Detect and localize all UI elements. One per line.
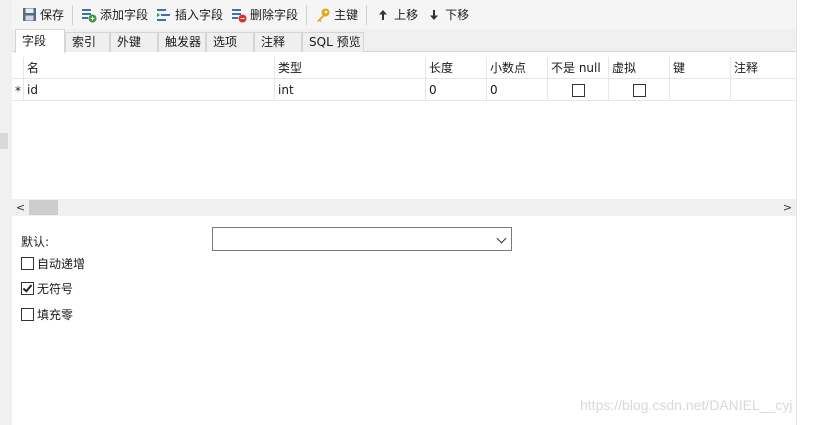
field-name-cell[interactable]: id bbox=[23, 79, 274, 101]
tab-indexes[interactable]: 索引 bbox=[65, 32, 110, 52]
scroll-right-icon[interactable]: > bbox=[779, 199, 796, 216]
save-icon bbox=[21, 7, 37, 23]
unsigned-option[interactable]: 无符号 bbox=[21, 280, 73, 297]
watermark: https://blog.csdn.net/DANIEL__cyj bbox=[580, 397, 793, 413]
left-frame bbox=[0, 0, 12, 425]
grid-header: 名 类型 长度 小数点 不是 null 虚拟 键 注释 bbox=[12, 57, 796, 79]
right-frame bbox=[796, 0, 820, 425]
save-label: 保存 bbox=[40, 8, 65, 22]
tab-sql-preview[interactable]: SQL 预览 bbox=[302, 32, 364, 52]
auto-increment-option[interactable]: 自动递增 bbox=[21, 255, 85, 272]
field-key-cell[interactable] bbox=[669, 79, 730, 101]
tab-bar: 字段 索引 外键 触发器 选项 注释 SQL 预览 bbox=[12, 29, 796, 53]
field-decimals-cell[interactable]: 0 bbox=[486, 79, 547, 101]
save-button[interactable]: 保存 bbox=[17, 3, 68, 27]
chevron-down-icon bbox=[496, 233, 507, 244]
add-field-button[interactable]: 添加字段 bbox=[77, 3, 152, 27]
default-value-dropdown[interactable] bbox=[212, 227, 512, 251]
tab-comments[interactable]: 注释 bbox=[254, 32, 302, 52]
move-up-label: 上移 bbox=[394, 8, 419, 22]
delete-field-label: 删除字段 bbox=[250, 8, 299, 22]
checkmark-icon bbox=[22, 282, 33, 293]
field-type-cell[interactable]: int bbox=[274, 79, 425, 101]
fields-grid: 名 类型 长度 小数点 不是 null 虚拟 键 注释 * id int 0 0 bbox=[12, 57, 796, 199]
primary-key-button[interactable]: 主键 bbox=[311, 3, 362, 27]
arrow-up-icon bbox=[375, 7, 391, 23]
tab-options[interactable]: 选项 bbox=[206, 32, 254, 52]
primary-key-label: 主键 bbox=[334, 8, 359, 22]
field-properties-panel: 默认: 自动递增 无符号 填充零 bbox=[12, 216, 796, 425]
move-down-button[interactable]: 下移 bbox=[422, 3, 473, 27]
scroll-left-icon[interactable]: < bbox=[12, 199, 29, 216]
move-up-button[interactable]: 上移 bbox=[371, 3, 422, 27]
table-row[interactable]: * id int 0 0 bbox=[12, 79, 796, 101]
column-header-type[interactable]: 类型 bbox=[274, 57, 425, 79]
toolbar: 保存 添加字段 插入字段 删除字段 主键 上移 下移 bbox=[12, 0, 796, 29]
toolbar-separator bbox=[72, 4, 74, 25]
arrow-down-icon bbox=[426, 7, 442, 23]
move-down-label: 下移 bbox=[445, 8, 470, 22]
field-virtual-cell bbox=[608, 79, 669, 101]
splitter-handle[interactable] bbox=[0, 133, 8, 149]
horizontal-scrollbar[interactable]: < > bbox=[12, 199, 796, 216]
insert-field-icon bbox=[156, 7, 172, 23]
add-field-label: 添加字段 bbox=[100, 8, 149, 22]
insert-field-button[interactable]: 插入字段 bbox=[152, 3, 227, 27]
column-header-not-null[interactable]: 不是 null bbox=[547, 57, 608, 79]
field-not-null-cell bbox=[547, 79, 608, 101]
zerofill-checkbox[interactable] bbox=[21, 308, 34, 321]
column-header-decimals[interactable]: 小数点 bbox=[486, 57, 547, 79]
tab-fields[interactable]: 字段 bbox=[15, 29, 65, 53]
delete-field-button[interactable]: 删除字段 bbox=[227, 3, 302, 27]
default-label: 默认: bbox=[21, 235, 50, 249]
column-header-comment[interactable]: 注释 bbox=[730, 57, 796, 79]
not-null-checkbox[interactable] bbox=[572, 84, 585, 97]
delete-field-icon bbox=[231, 7, 247, 23]
unsigned-label: 无符号 bbox=[37, 282, 74, 296]
toolbar-separator bbox=[366, 4, 368, 25]
zerofill-option[interactable]: 填充零 bbox=[21, 306, 73, 323]
scrollbar-thumb[interactable] bbox=[29, 200, 58, 215]
virtual-checkbox[interactable] bbox=[633, 84, 646, 97]
toolbar-separator bbox=[306, 4, 308, 25]
unsigned-checkbox[interactable] bbox=[21, 282, 34, 295]
auto-increment-label: 自动递增 bbox=[37, 257, 86, 271]
insert-field-label: 插入字段 bbox=[175, 8, 224, 22]
tab-triggers[interactable]: 触发器 bbox=[158, 32, 206, 52]
add-field-icon bbox=[81, 7, 97, 23]
auto-increment-checkbox[interactable] bbox=[21, 257, 34, 270]
column-header-key[interactable]: 键 bbox=[669, 57, 730, 79]
column-header-length[interactable]: 长度 bbox=[425, 57, 486, 79]
column-header-name[interactable]: 名 bbox=[23, 57, 274, 79]
tab-foreign-keys[interactable]: 外键 bbox=[110, 32, 158, 52]
field-comment-cell[interactable] bbox=[730, 79, 796, 101]
zerofill-label: 填充零 bbox=[37, 308, 74, 322]
field-length-cell[interactable]: 0 bbox=[425, 79, 486, 101]
key-icon bbox=[315, 7, 331, 23]
column-header-virtual[interactable]: 虚拟 bbox=[608, 57, 669, 79]
